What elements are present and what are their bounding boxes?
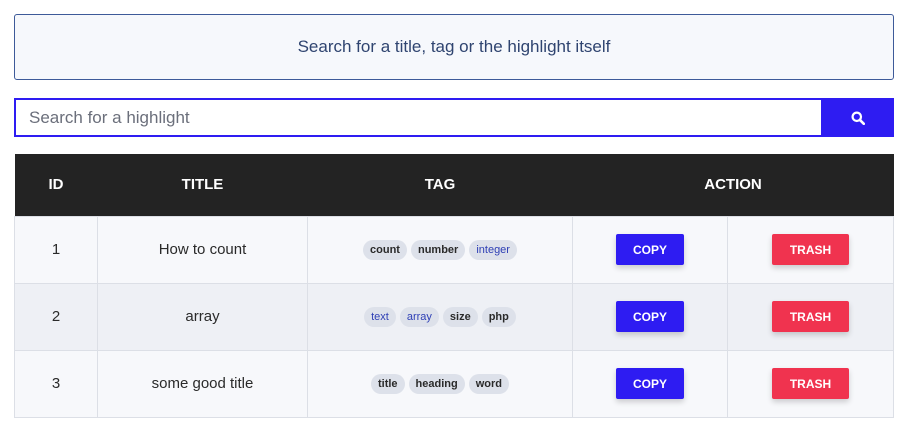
tag-chip[interactable]: integer xyxy=(469,239,517,260)
tag-chip[interactable]: array xyxy=(399,306,439,327)
trash-button[interactable]: TRASH xyxy=(772,234,849,265)
cell-tags: count number integer xyxy=(307,215,573,284)
copy-button[interactable]: COPY xyxy=(616,301,684,332)
cell-title: How to count xyxy=(97,215,308,284)
column-header-action: ACTION xyxy=(704,176,762,194)
tag-chip[interactable]: number xyxy=(410,239,466,260)
cell-trash: TRASH xyxy=(727,215,894,284)
table-row: 2 array text array size php COPY TRASH xyxy=(14,282,894,351)
trash-button[interactable]: TRASH xyxy=(772,301,849,332)
tag-list: count number integer xyxy=(363,239,517,260)
trash-button[interactable]: TRASH xyxy=(772,368,849,399)
tag-chip[interactable]: php xyxy=(481,306,516,327)
search-icon xyxy=(851,111,865,125)
cell-trash: TRASH xyxy=(727,282,894,351)
cell-trash: TRASH xyxy=(727,349,894,418)
cell-id: 1 xyxy=(14,215,98,284)
tag-chip[interactable]: text xyxy=(364,306,396,327)
copy-button[interactable]: COPY xyxy=(616,234,684,265)
column-header-id: ID xyxy=(48,176,64,194)
cell-id: 2 xyxy=(14,282,98,351)
search-input[interactable] xyxy=(14,98,821,137)
table-row: 1 How to count count number integer COPY TRASH xyxy=(14,215,894,284)
column-header-title: TITLE xyxy=(181,176,224,194)
cell-title: some good title xyxy=(97,349,308,418)
table-row: 3 some good title title heading word COPY TRAS… xyxy=(14,349,894,418)
tag-chip[interactable]: count xyxy=(363,239,407,260)
column-header-tag: TAG xyxy=(424,176,456,194)
cell-tags: text array size php xyxy=(307,282,573,351)
copy-button[interactable]: COPY xyxy=(616,368,684,399)
tag-chip[interactable]: size xyxy=(442,306,478,327)
cell-copy: COPY xyxy=(572,282,728,351)
cell-id: 3 xyxy=(14,349,98,418)
cell-copy: COPY xyxy=(572,215,728,284)
cell-copy: COPY xyxy=(572,349,728,418)
cell-title: array xyxy=(97,282,308,351)
search-button[interactable] xyxy=(821,98,894,137)
search-hint-text: Search for a title, tag or the highlight… xyxy=(297,37,611,56)
cell-tags: title heading word xyxy=(307,349,573,418)
tag-chip[interactable]: heading xyxy=(408,373,465,394)
tag-chip[interactable]: title xyxy=(370,373,405,394)
search-hint-banner: Search for a title, tag or the highlight… xyxy=(14,14,894,80)
tag-list: text array size php xyxy=(364,306,516,327)
table-header-row: ID TITLE TAG ACTION xyxy=(14,154,894,216)
tag-chip[interactable]: word xyxy=(468,373,509,394)
highlights-table: ID TITLE TAG ACTION 1 How to count count nu… xyxy=(14,154,894,418)
search-bar xyxy=(14,98,894,137)
tag-list: title heading word xyxy=(370,373,509,394)
